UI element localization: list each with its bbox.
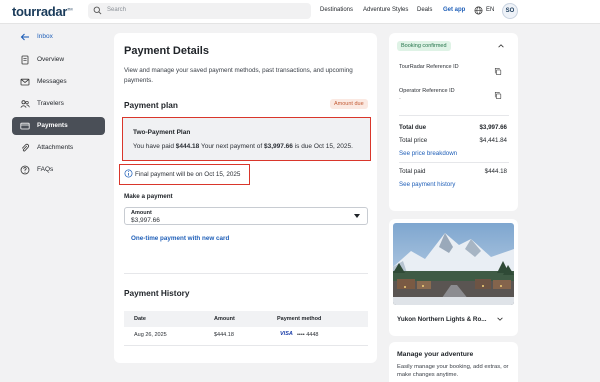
manage-adventure-card: Manage your adventure Easily manage your… (389, 342, 518, 382)
total-due-label: Total due (399, 124, 427, 131)
nav-destinations[interactable]: Destinations (320, 7, 353, 13)
plan-details: You have paid $444.18 Your next payment … (133, 143, 353, 150)
nav-deals[interactable]: Deals (417, 7, 432, 13)
sidebar-item-label: Overview (37, 56, 65, 63)
sidebar-item-label: FAQs (37, 166, 54, 173)
plan-name: Two-Payment Plan (133, 129, 191, 136)
column-header-payment-method: Payment method (277, 316, 322, 322)
sidebar-item-label: Payments (37, 122, 68, 129)
payment-history-link[interactable]: See payment history (399, 181, 455, 188)
payment-history-heading: Payment History (124, 288, 190, 298)
sidebar-item-faqs[interactable]: FAQs (12, 161, 105, 179)
language-selector[interactable]: EN (486, 7, 494, 13)
plan-next-amount: $3,997.66 (263, 143, 293, 150)
make-payment-label: Make a payment (124, 193, 173, 200)
price-breakdown-link[interactable]: See price breakdown (399, 150, 457, 157)
plan-text: You have paid (133, 143, 176, 150)
booking-status-badge: Booking confirmed (397, 41, 451, 51)
card-icon (20, 122, 30, 130)
sidebar-item-travelers[interactable]: Travelers (12, 95, 105, 113)
tourradar-ref-label: TourRadar Reference ID (399, 64, 459, 70)
logo-text: tourradar (12, 4, 68, 19)
one-time-payment-link[interactable]: One-time payment with new card (131, 235, 229, 242)
user-avatar[interactable]: SO (502, 3, 518, 19)
nav-get-app[interactable]: Get app (443, 7, 465, 13)
history-row-date: Aug 26, 2025 (134, 332, 167, 338)
plan-paid-amount: $444.18 (175, 143, 200, 150)
manage-title: Manage your adventure (397, 351, 474, 358)
people-icon (20, 100, 30, 108)
payment-plan-heading: Payment plan (124, 100, 178, 110)
sidebar-item-messages[interactable]: Messages (12, 73, 105, 91)
sidebar-item-attachments[interactable]: Attachments (12, 139, 105, 157)
sidebar-back-label: Inbox (37, 33, 53, 40)
search-input[interactable]: Search (88, 3, 311, 19)
tour-name: Yukon Northern Lights & Ro... (397, 316, 487, 323)
mountain-town-image (393, 223, 514, 305)
search-icon (93, 6, 102, 15)
amount-label: Amount (131, 210, 152, 216)
page-description: View and manage your saved payment metho… (124, 67, 353, 84)
search-placeholder: Search (107, 7, 127, 13)
envelope-icon (20, 78, 30, 86)
table-row-divider (124, 345, 368, 346)
arrow-left-icon (20, 33, 29, 41)
history-table-header: Date Amount Payment method (124, 311, 368, 327)
copy-icon[interactable] (494, 67, 502, 76)
final-payment-text: Final payment will be on Oct 15, 2025 (135, 171, 241, 178)
chevron-down-icon (354, 214, 360, 218)
final-payment-notice: Final payment will be on Oct 15, 2025 (119, 164, 250, 185)
history-row-amount: $444.18 (214, 332, 234, 338)
copy-icon[interactable] (494, 91, 502, 100)
plan-text: Your next payment of (199, 143, 264, 150)
summary-divider (399, 115, 509, 116)
globe-icon[interactable] (474, 6, 483, 15)
total-paid-value: $444.18 (484, 168, 507, 175)
operator-ref-label: Operator Reference ID (399, 88, 455, 94)
sidebar-back-inbox[interactable]: Inbox (12, 28, 105, 46)
logo-trademark: TM (67, 6, 73, 12)
section-divider (124, 273, 368, 274)
chevron-up-icon[interactable] (497, 42, 505, 50)
manage-description: Easily manage your booking, add extras, … (397, 364, 509, 378)
payment-details-card: Payment Details View and manage your sav… (114, 33, 377, 363)
total-paid-label: Total paid (399, 168, 426, 175)
amount-due-badge: Amount due (330, 99, 368, 109)
tourradar-logo[interactable]: tourradarTM (12, 4, 73, 19)
payment-plan-box: Two-Payment Plan You have paid $444.18 Y… (122, 117, 371, 161)
sidebar-item-label: Messages (37, 78, 67, 85)
total-due-value: $3,997.66 (479, 124, 507, 131)
info-icon (124, 169, 133, 178)
sidebar-item-label: Attachments (37, 144, 74, 151)
visa-icon: VISA (280, 331, 293, 337)
booking-summary-card: Booking confirmed TourRadar Reference ID… (389, 33, 518, 211)
amount-select[interactable]: Amount $3,997.66 (124, 207, 368, 225)
paperclip-icon (21, 143, 30, 152)
sidebar-item-payments[interactable]: Payments (12, 117, 105, 135)
column-header-amount: Amount (214, 316, 235, 322)
summary-divider (399, 162, 509, 163)
top-header: tourradarTM Search Destinations Adventur… (0, 0, 600, 24)
nav-adventure-styles[interactable]: Adventure Styles (363, 7, 408, 13)
sidebar-item-label: Travelers (37, 100, 64, 107)
amount-value: $3,997.66 (131, 217, 160, 224)
plan-text: is due Oct 15, 2025. (292, 143, 353, 150)
chevron-down-icon[interactable] (496, 315, 504, 323)
tour-card[interactable]: Yukon Northern Lights & Ro... (389, 219, 518, 336)
operator-ref-value: - (399, 96, 401, 102)
question-icon (20, 165, 30, 175)
sidebar-item-overview[interactable]: Overview (12, 51, 105, 69)
total-price-value: $4,441.84 (479, 137, 507, 144)
tour-image (393, 223, 514, 305)
document-icon (21, 55, 29, 65)
history-row-card: •••• 4448 (297, 332, 319, 338)
column-header-date: Date (134, 316, 146, 322)
total-price-label: Total price (399, 137, 428, 144)
page-title: Payment Details (124, 45, 209, 57)
